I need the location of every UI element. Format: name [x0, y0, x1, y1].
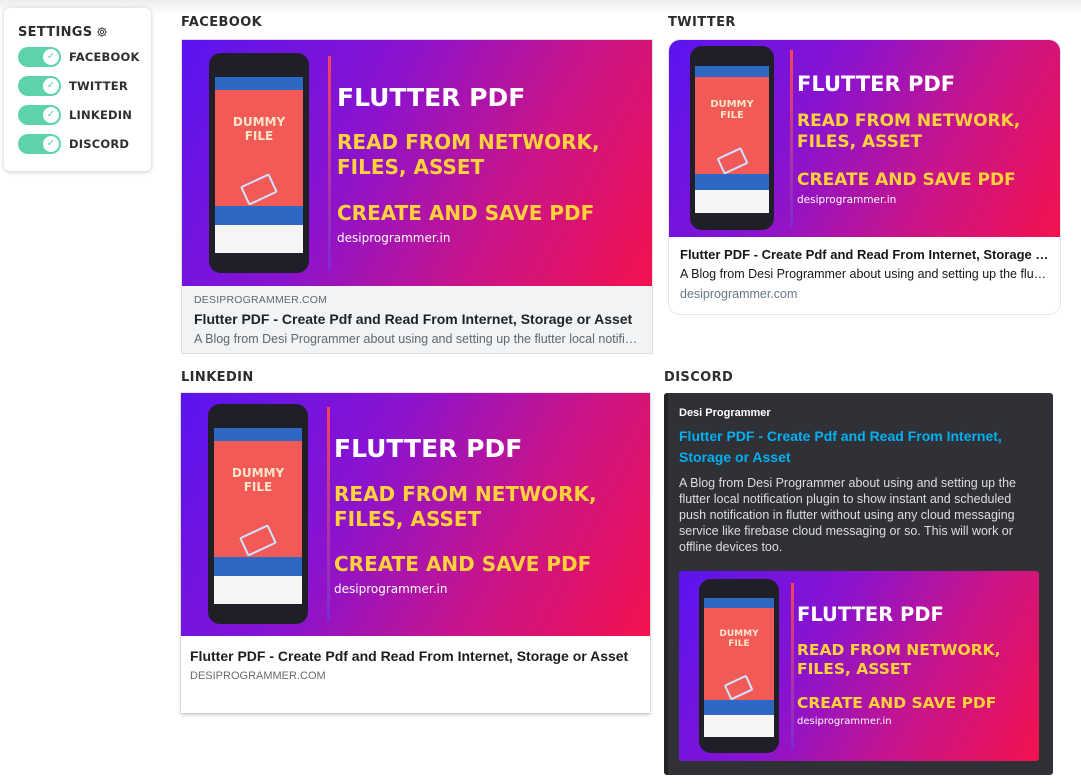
phone-mockup: DUMMY FILE [699, 579, 779, 753]
banner-line3: CREATE AND SAVE PDF [334, 552, 592, 576]
banner-line3: CREATE AND SAVE PDF [797, 694, 997, 712]
phone-text-dummy: DUMMY [710, 98, 754, 110]
banner-line1: READ FROM NETWORK, [797, 641, 1001, 659]
twitter-section-title: TWITTER [668, 15, 736, 30]
banner-line2: FILES, ASSET [337, 155, 485, 179]
twitter-description: A Blog from Desi Programmer about using … [680, 267, 1049, 281]
banner-line1: READ FROM NETWORK, [797, 111, 1021, 131]
phone-text-file: FILE [243, 479, 273, 494]
settings-title: SETTINGS [18, 22, 151, 42]
toggle-label-twitter: TWITTER [69, 78, 128, 93]
banner-headline: FLUTTER PDF [797, 603, 944, 626]
banner-line2: FILES, ASSET [797, 660, 912, 678]
phone-text-file: FILE [244, 128, 274, 143]
banner-site: desiprogrammer.in [797, 194, 897, 206]
phone-mockup: DUMMY FILE [208, 404, 308, 624]
check-icon: ✓ [43, 48, 59, 65]
facebook-banner-image: DUMMY FILE FLUTTER PDF READ FROM NETWORK,… [182, 40, 652, 286]
toggle-discord[interactable]: ✓ DISCORD [18, 129, 151, 158]
gear-icon[interactable] [96, 26, 108, 38]
settings-label: SETTINGS [18, 24, 93, 40]
toggle-label-linkedin: LINKEDIN [69, 107, 133, 122]
discord-switch[interactable]: ✓ [18, 133, 61, 154]
phone-text-dummy: DUMMY [231, 465, 285, 480]
banner-line2: FILES, ASSET [797, 132, 923, 152]
facebook-description: A Blog from Desi Programmer about using … [194, 332, 640, 346]
check-icon: ✓ [43, 77, 59, 94]
twitter-banner-image: DUMMY FILE FLUTTER PDF READ FROM NETWORK,… [669, 40, 1060, 237]
twitter-meta: Flutter PDF - Create Pdf and Read From I… [669, 237, 1060, 301]
toggle-facebook[interactable]: ✓ FACEBOOK [18, 42, 151, 71]
discord-banner-image: DUMMY FILE FLUTTER PDF READ FROM NETWORK,… [679, 571, 1039, 761]
banner-line3: CREATE AND SAVE PDF [797, 170, 1016, 190]
linkedin-switch[interactable]: ✓ [18, 104, 61, 125]
toggle-linkedin[interactable]: ✓ LINKEDIN [18, 100, 151, 129]
banner-site: desiprogrammer.in [797, 716, 892, 727]
banner-line1: READ FROM NETWORK, [337, 130, 600, 154]
twitter-switch[interactable]: ✓ [18, 75, 61, 96]
top-shadow [0, 0, 1081, 14]
twitter-title[interactable]: Flutter PDF - Create Pdf and Read From I… [680, 247, 1049, 262]
twitter-domain: desiprogrammer.com [680, 287, 798, 301]
phone-text-file: FILE [720, 110, 744, 122]
toggle-label-facebook: FACEBOOK [69, 49, 140, 64]
phone-mockup: DUMMY FILE [690, 46, 774, 230]
phone-text-file: FILE [728, 639, 750, 650]
facebook-title[interactable]: Flutter PDF - Create Pdf and Read From I… [194, 311, 640, 327]
discord-provider: Desi Programmer [679, 407, 771, 419]
discord-title-link[interactable]: Flutter PDF - Create Pdf and Read From I… [679, 426, 1029, 468]
check-icon: ✓ [43, 106, 59, 123]
phone-mockup: DUMMY FILE [209, 53, 309, 273]
banner-site: desiprogrammer.in [337, 231, 451, 245]
linkedin-banner-image: DUMMY FILE FLUTTER PDF READ FROM NETWORK,… [181, 393, 650, 636]
linkedin-domain: DESIPROGRAMMER.COM [190, 670, 326, 682]
linkedin-preview-card[interactable]: DUMMY FILE FLUTTER PDF READ FROM NETWORK,… [181, 393, 650, 713]
facebook-switch[interactable]: ✓ [18, 46, 61, 67]
phone-text-dummy: DUMMY [719, 628, 759, 639]
toggle-label-discord: DISCORD [69, 136, 130, 151]
banner-headline: FLUTTER PDF [334, 434, 523, 463]
linkedin-section-title: LINKEDIN [181, 370, 254, 385]
facebook-preview-card[interactable]: DUMMY FILE FLUTTER PDF READ FROM NETWORK,… [181, 39, 653, 354]
facebook-section-title: FACEBOOK [181, 15, 263, 30]
linkedin-title[interactable]: Flutter PDF - Create Pdf and Read From I… [190, 646, 641, 667]
facebook-meta: DESIPROGRAMMER.COM Flutter PDF - Create … [182, 286, 652, 355]
banner-line3: CREATE AND SAVE PDF [337, 201, 595, 225]
banner-line1: READ FROM NETWORK, [334, 482, 597, 506]
discord-description: A Blog from Desi Programmer about using … [679, 476, 1016, 554]
facebook-domain: DESIPROGRAMMER.COM [194, 294, 328, 306]
twitter-preview-card[interactable]: DUMMY FILE FLUTTER PDF READ FROM NETWORK,… [668, 39, 1061, 315]
settings-panel: SETTINGS ✓ FACEBOOK ✓ TWITTER ✓ LINKEDIN… [4, 8, 151, 171]
phone-text-dummy: DUMMY [232, 114, 286, 129]
discord-section-title: DISCORD [664, 370, 734, 385]
banner-site: desiprogrammer.in [334, 582, 448, 596]
discord-embed: Desi Programmer Flutter PDF - Create Pdf… [664, 393, 1053, 775]
check-icon: ✓ [43, 135, 59, 152]
toggle-twitter[interactable]: ✓ TWITTER [18, 71, 151, 100]
banner-headline: FLUTTER PDF [337, 83, 526, 112]
banner-headline: FLUTTER PDF [797, 72, 956, 96]
banner-line2: FILES, ASSET [334, 507, 482, 531]
linkedin-meta: Flutter PDF - Create Pdf and Read From I… [181, 636, 650, 682]
